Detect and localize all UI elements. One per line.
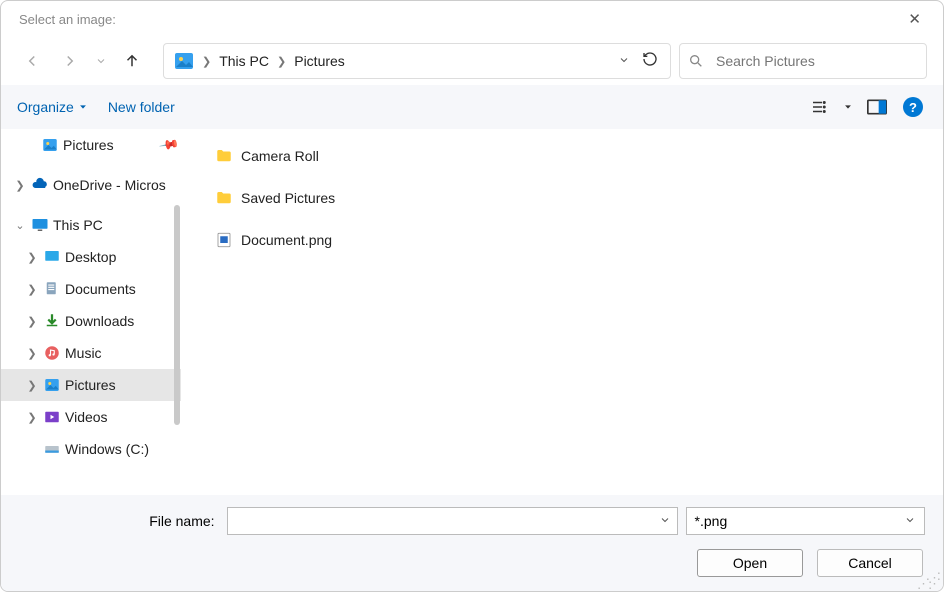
filename-label: File name: [19,513,219,529]
folder-saved-pictures[interactable]: Saved Pictures [215,183,943,213]
chevron-right-icon: ❯ [13,179,27,192]
chevron-right-icon: ❯ [25,315,39,328]
filename-input[interactable] [234,512,653,530]
view-dropdown[interactable] [841,93,855,121]
videos-icon [43,408,61,426]
search-box[interactable] [679,43,927,79]
chevron-right-icon: ❯ [25,379,39,392]
refresh-button[interactable] [638,51,662,72]
monitor-icon [31,216,49,234]
sidebar-item-videos[interactable]: ❯ Videos [1,401,181,433]
sidebar-scrollbar[interactable] [174,205,180,425]
desktop-icon [43,248,61,266]
preview-pane-button[interactable] [863,93,891,121]
sidebar-item-desktop[interactable]: ❯ Desktop [1,241,181,273]
file-list[interactable]: Camera Roll Saved Pictures Document.png [187,129,943,495]
organize-menu[interactable]: Organize [17,99,88,115]
back-button[interactable] [17,46,47,76]
breadcrumb-pictures[interactable]: Pictures [288,53,351,69]
folder-camera-roll[interactable]: Camera Roll [215,141,943,171]
folder-icon [215,189,233,207]
documents-icon [43,280,61,298]
pictures-icon [43,376,61,394]
up-button[interactable] [117,46,147,76]
chevron-down-icon: ⌄ [13,219,27,232]
sidebar-item-downloads[interactable]: ❯ Downloads [1,305,181,337]
filetype-filter[interactable]: *.png [686,507,925,535]
music-icon [43,344,61,362]
sidebar-item-music[interactable]: ❯ Music [1,337,181,369]
forward-button[interactable] [55,46,85,76]
view-menu[interactable] [805,93,833,121]
dialog-title: Select an image: [19,12,116,27]
cancel-button[interactable]: Cancel [817,549,923,577]
downloads-icon [43,312,61,330]
chevron-right-icon: ❯ [25,411,39,424]
drive-icon [43,440,61,458]
chevron-right-icon: ❯ [25,251,39,264]
footer: File name: *.png Open Cancel [1,495,943,591]
filename-input-wrapper[interactable] [227,507,678,535]
new-folder-button[interactable]: New folder [108,99,175,115]
pictures-icon [41,136,59,154]
close-button[interactable]: ✕ [900,6,929,32]
pictures-icon [172,49,196,73]
search-icon [688,53,704,69]
address-dropdown[interactable] [610,54,638,69]
nav-row: ❯ This PC ❯ Pictures [1,37,943,85]
filename-dropdown[interactable] [653,514,671,529]
recent-dropdown[interactable] [93,46,109,76]
file-document-png[interactable]: Document.png [215,225,943,255]
sidebar: Pictures 📌 ❯ OneDrive - Micros ⌄ This PC… [1,129,181,495]
toolbar: Organize New folder ? [1,85,943,129]
sidebar-item-windows-c[interactable]: Windows (C:) [1,433,181,465]
chevron-right-icon: ❯ [200,55,213,68]
folder-icon [215,147,233,165]
address-bar[interactable]: ❯ This PC ❯ Pictures [163,43,671,79]
chevron-down-icon [904,514,916,529]
breadcrumb-this-pc[interactable]: This PC [213,53,275,69]
file-open-dialog: Select an image: ✕ ❯ This PC ❯ Pictures [0,0,944,592]
sidebar-item-pictures-quick[interactable]: Pictures 📌 [1,129,181,161]
sidebar-item-documents[interactable]: ❯ Documents [1,273,181,305]
sidebar-item-onedrive[interactable]: ❯ OneDrive - Micros [1,169,181,201]
help-button[interactable]: ? [899,93,927,121]
open-button[interactable]: Open [697,549,803,577]
sidebar-item-this-pc[interactable]: ⌄ This PC [1,209,181,241]
title-bar: Select an image: ✕ [1,1,943,37]
sidebar-item-pictures[interactable]: ❯ Pictures [1,369,181,401]
chevron-right-icon: ❯ [25,283,39,296]
resize-grip[interactable]: ⋰⋰⋰ [917,575,939,587]
pin-icon: 📌 [158,134,180,156]
chevron-right-icon: ❯ [275,55,288,68]
chevron-right-icon: ❯ [25,347,39,360]
search-input[interactable] [714,52,918,70]
onedrive-icon [31,176,49,194]
image-file-icon [215,231,233,249]
